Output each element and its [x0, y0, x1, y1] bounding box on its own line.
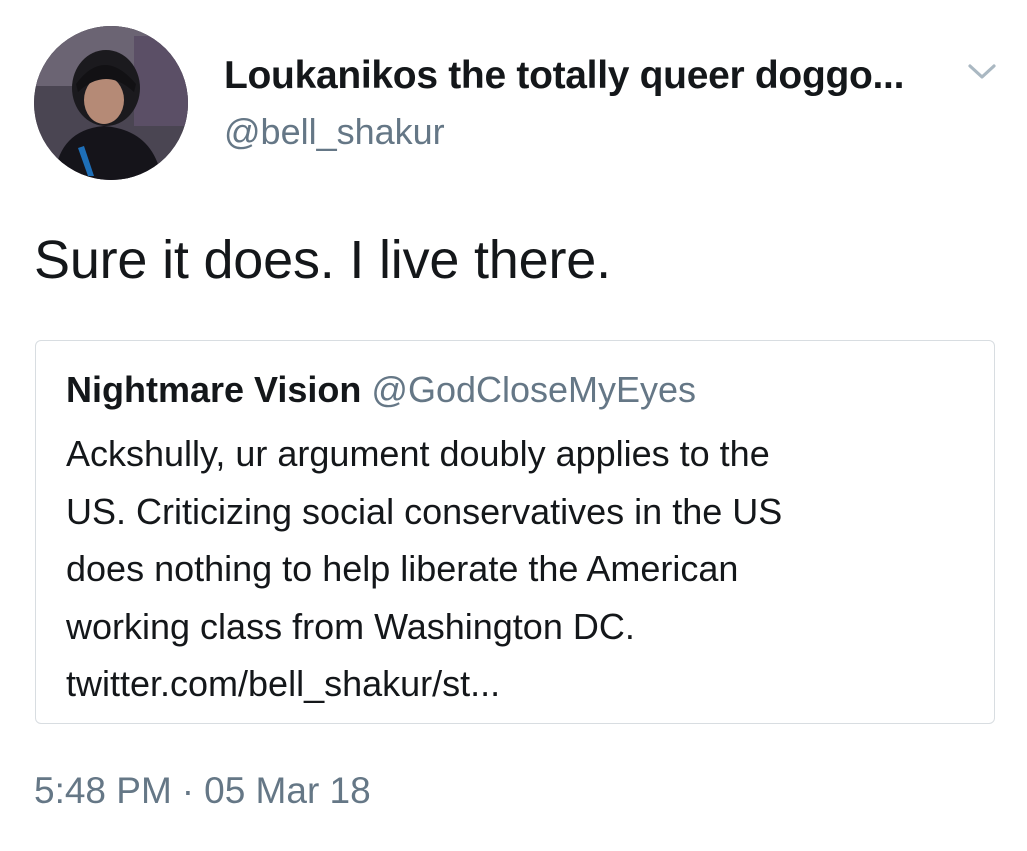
quoted-author-name: Nightmare Vision	[66, 369, 362, 410]
quoted-tweet-text: Ackshully, ur argument doubly applies to…	[66, 425, 782, 713]
chevron-down-icon	[968, 64, 996, 79]
timestamp-separator: ·	[181, 770, 195, 811]
quoted-text-line: US. Criticizing social conservatives in …	[66, 490, 783, 532]
quoted-text-line: does nothing to help liberate the Americ…	[66, 548, 739, 589]
avatar-photo	[34, 26, 188, 180]
tweet-timestamp[interactable]: 5:48 PM · 05 Mar 18	[34, 770, 371, 812]
quoted-text-line: working class from Washington DC.	[66, 605, 635, 647]
tweet-time: 5:48 PM	[34, 770, 172, 811]
tweet-card: Loukanikos the totally queer doggo... @b…	[0, 0, 1027, 851]
author-handle[interactable]: @bell_shakur	[224, 111, 445, 153]
quoted-author-handle: @GodCloseMyEyes	[371, 369, 697, 410]
quoted-tweet-header: Nightmare Vision @GodCloseMyEyes	[66, 369, 696, 411]
tweet-text: Sure it does. I live there.	[34, 230, 611, 290]
tweet-menu-button[interactable]	[960, 52, 1004, 92]
quoted-text-line: Ackshully, ur argument doubly applies to…	[66, 433, 770, 474]
author-display-name[interactable]: Loukanikos the totally queer doggo...	[224, 54, 904, 98]
quoted-tweet[interactable]: Nightmare Vision @GodCloseMyEyes Ackshull…	[35, 340, 995, 724]
quoted-link[interactable]: twitter.com/bell_shakur/st...	[66, 655, 782, 713]
tweet-date: 05 Mar 18	[204, 770, 371, 811]
avatar[interactable]	[34, 26, 188, 180]
